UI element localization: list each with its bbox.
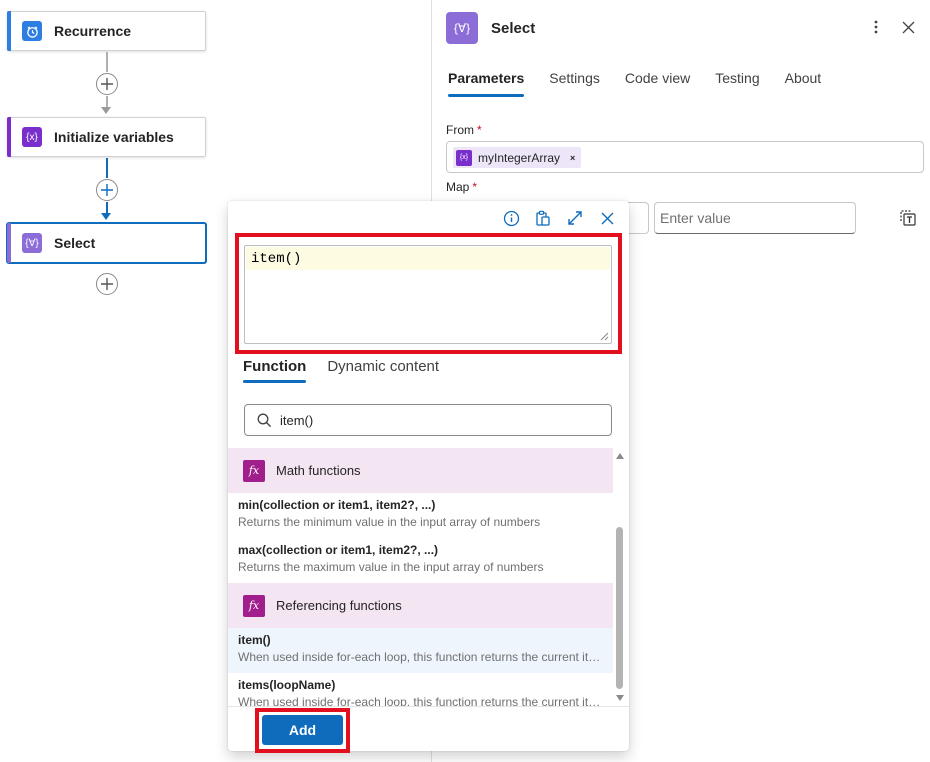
close-popup-button[interactable] — [597, 208, 617, 228]
select-card[interactable]: {∀} Select — [7, 223, 206, 263]
panel-tabs: Parameters Settings Code view Testing Ab… — [448, 70, 846, 97]
function-name: min(collection or item1, item2?, ...) — [238, 498, 436, 512]
popup-toolbar — [228, 201, 629, 235]
paste-button[interactable] — [533, 208, 553, 228]
logic-app-designer: Recurrence {x} Initialize variables {∀} … — [0, 0, 930, 762]
connector-arrow — [101, 213, 111, 220]
scroll-down-arrow-icon[interactable] — [616, 695, 624, 701]
info-icon — [503, 210, 519, 226]
insert-step-button[interactable] — [96, 273, 118, 295]
switch-to-text-mode-button[interactable] — [897, 207, 919, 229]
initialize-variables-label: Initialize variables — [54, 129, 174, 145]
tab-testing[interactable]: Testing — [715, 70, 759, 97]
scrollbar-thumb[interactable] — [616, 527, 623, 689]
function-item-min[interactable]: min(collection or item1, item2?, ...) Re… — [228, 493, 613, 538]
info-button[interactable] — [501, 208, 521, 228]
recurrence-label: Recurrence — [54, 23, 132, 39]
insert-step-button[interactable] — [96, 73, 118, 95]
tab-dynamic-content[interactable]: Dynamic content — [327, 358, 439, 383]
from-field[interactable]: {x} myIntegerArray × — [446, 141, 924, 173]
data-operation-icon: {∀} — [22, 233, 42, 253]
panel-header: {∀} Select — [446, 12, 535, 44]
clock-icon — [22, 21, 42, 41]
select-label: Select — [54, 235, 96, 251]
data-operation-icon: {∀} — [446, 12, 478, 44]
function-item-item[interactable]: item() When used inside for-each loop, t… — [228, 628, 613, 673]
function-item-max[interactable]: max(collection or item1, item2?, ...) Re… — [228, 538, 613, 583]
more-vertical-icon — [874, 20, 878, 34]
map-key-field[interactable] — [627, 202, 649, 234]
function-search-input[interactable] — [280, 412, 580, 428]
expression-editor-popup: item() Function Dynamic content fx Math … — [228, 201, 629, 753]
expand-button[interactable] — [565, 208, 585, 228]
function-name: items(loopName) — [238, 678, 336, 692]
tab-code-view[interactable]: Code view — [625, 70, 690, 97]
tab-function[interactable]: Function — [243, 358, 307, 383]
switch-mode-icon — [900, 210, 916, 226]
plus-icon — [101, 78, 113, 90]
map-value-input[interactable] — [654, 202, 856, 234]
variable-icon: {x} — [22, 127, 42, 147]
function-description: When used inside for-each loop, this fun… — [238, 695, 603, 706]
expression-text: item() — [246, 247, 610, 270]
function-name: item() — [238, 633, 271, 647]
clipboard-icon — [536, 210, 550, 226]
group-referencing-functions[interactable]: fx Referencing functions — [228, 583, 613, 628]
function-fx-icon: fx — [243, 459, 265, 482]
connector-arrow — [101, 107, 111, 114]
function-description: Returns the maximum value in the input a… — [238, 560, 544, 574]
map-label: Map * — [446, 180, 478, 194]
resize-handle-icon[interactable] — [600, 332, 609, 341]
variable-icon: {x} — [456, 149, 472, 166]
function-item-items[interactable]: items(loopName) When used inside for-eac… — [228, 673, 613, 706]
group-label: Math functions — [276, 463, 361, 478]
connector-line — [106, 158, 108, 178]
group-math-functions[interactable]: fx Math functions — [228, 448, 613, 493]
tab-parameters[interactable]: Parameters — [448, 70, 525, 97]
function-description: Returns the minimum value in the input a… — [238, 515, 541, 529]
panel-title: Select — [491, 19, 536, 37]
from-label: From * — [446, 123, 482, 137]
expression-input[interactable]: item() — [244, 245, 612, 344]
tab-about[interactable]: About — [785, 70, 822, 97]
search-icon — [257, 413, 272, 427]
initialize-variables-card[interactable]: {x} Initialize variables — [7, 117, 206, 157]
function-fx-icon: fx — [243, 594, 265, 617]
plus-icon — [101, 184, 113, 196]
editor-tabs: Function Dynamic content — [243, 358, 460, 383]
remove-token-button[interactable]: × — [570, 153, 575, 163]
tab-settings[interactable]: Settings — [549, 70, 600, 97]
function-description: When used inside for-each loop, this fun… — [238, 650, 603, 664]
add-button[interactable]: Add — [262, 715, 343, 745]
plus-icon — [101, 278, 113, 290]
function-name: max(collection or item1, item2?, ...) — [238, 543, 439, 557]
close-icon — [601, 212, 613, 224]
expand-icon — [568, 211, 582, 225]
close-icon — [902, 21, 914, 33]
close-panel-button[interactable] — [897, 16, 919, 38]
group-label: Referencing functions — [276, 598, 402, 613]
token-label: myIntegerArray — [478, 150, 561, 165]
scroll-up-arrow-icon[interactable] — [616, 453, 624, 459]
more-options-button[interactable] — [865, 16, 887, 38]
function-search-box[interactable] — [244, 404, 612, 436]
from-token[interactable]: {x} myIntegerArray × — [453, 147, 582, 168]
connector-line — [106, 52, 108, 72]
recurrence-card[interactable]: Recurrence — [7, 11, 206, 51]
insert-step-button[interactable] — [96, 179, 118, 201]
function-list: fx Math functions min(collection or item… — [228, 448, 613, 706]
